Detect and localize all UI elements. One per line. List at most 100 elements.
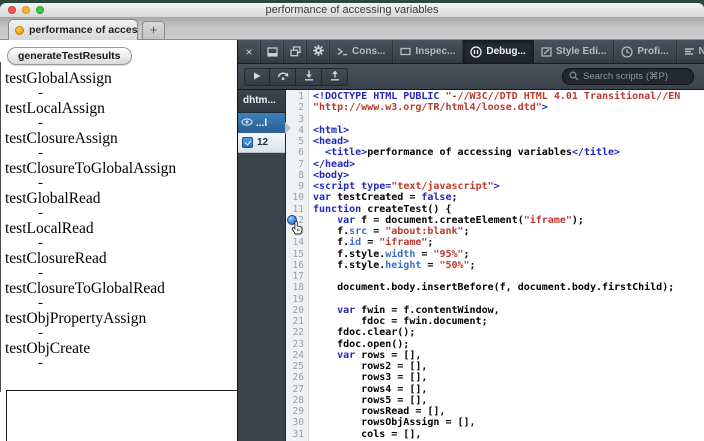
code-line: 11function createTest() { bbox=[286, 204, 704, 215]
code-text: rows3 = [], bbox=[308, 372, 704, 383]
window-titlebar[interactable]: performance of accessing variables bbox=[0, 3, 704, 17]
resume-button[interactable] bbox=[244, 68, 270, 86]
close-window-button[interactable] bbox=[8, 6, 16, 14]
line-number[interactable]: 20 bbox=[286, 305, 308, 316]
line-number[interactable]: 27 bbox=[286, 384, 308, 395]
code-text: f.style.width = "95%"; bbox=[308, 249, 704, 260]
selected-source-item[interactable]: ...l bbox=[238, 113, 285, 133]
code-text: fdoc.clear(); bbox=[308, 327, 704, 338]
line-number[interactable]: 8 bbox=[286, 170, 308, 181]
test-name: testClosureToGlobalRead bbox=[5, 280, 176, 297]
devtools-tab-netw[interactable]: Netw... bbox=[677, 40, 704, 63]
line-number[interactable]: 11 bbox=[286, 204, 308, 215]
gear-icon bbox=[312, 44, 325, 60]
line-number[interactable]: 10 bbox=[286, 192, 308, 203]
test-item: testClosureRead- bbox=[5, 250, 176, 280]
test-item: testClosureToGlobalRead- bbox=[5, 280, 176, 310]
search-scripts-input[interactable] bbox=[583, 71, 687, 82]
devtools-tab-label: Debug... bbox=[486, 46, 525, 57]
devtools-tab-cons[interactable]: Cons... bbox=[330, 40, 393, 63]
step-in-button[interactable] bbox=[296, 68, 322, 86]
code-text: f.id = "iframe"; bbox=[308, 237, 704, 248]
line-number[interactable]: 30 bbox=[286, 417, 308, 428]
devtools-settings-button[interactable] bbox=[307, 40, 330, 63]
devtools-tab-inspec[interactable]: Inspec... bbox=[393, 40, 463, 63]
test-results-list: testGlobalAssign-testLocalAssign-testClo… bbox=[5, 70, 176, 370]
code-line: 6 <title>performance of accessing variab… bbox=[286, 147, 704, 158]
selected-source-label: ...l bbox=[256, 118, 267, 129]
line-number[interactable]: 22 bbox=[286, 327, 308, 338]
code-text: rowsRead = [], bbox=[308, 406, 704, 417]
breakpoint-item[interactable]: 12 bbox=[238, 133, 285, 153]
devtools-close-button[interactable]: × bbox=[238, 40, 261, 63]
line-number[interactable]: 21 bbox=[286, 316, 308, 327]
code-text: </head> bbox=[308, 159, 704, 170]
test-value: - bbox=[5, 357, 176, 370]
line-number[interactable]: 1 bbox=[286, 91, 308, 102]
code-line: 29 rowsRead = [], bbox=[286, 406, 704, 417]
line-number[interactable]: 2 bbox=[286, 102, 308, 113]
code-line: 19 bbox=[286, 294, 704, 305]
line-number[interactable]: 28 bbox=[286, 395, 308, 406]
devtools-tab-label: Style Edi... bbox=[556, 46, 607, 57]
step-over-button[interactable] bbox=[270, 68, 296, 86]
code-text: rows2 = [], bbox=[308, 361, 704, 372]
devtools-tab-debug[interactable]: Debug... bbox=[463, 40, 533, 63]
line-number[interactable]: 9 bbox=[286, 181, 308, 192]
line-number[interactable]: 15 bbox=[286, 249, 308, 260]
test-name: testObjPropertyAssign bbox=[5, 310, 176, 327]
undock-panel-icon[interactable] bbox=[284, 40, 307, 63]
test-item: testLocalAssign- bbox=[5, 100, 176, 130]
line-number[interactable]: 6 bbox=[286, 147, 308, 158]
code-text: <!DOCTYPE HTML PUBLIC "-//W3C//DTD HTML … bbox=[308, 91, 704, 102]
step-out-button[interactable] bbox=[322, 68, 348, 86]
code-text: fdoc.open(); bbox=[308, 339, 704, 350]
line-number[interactable]: 16 bbox=[286, 260, 308, 271]
test-value: - bbox=[5, 267, 176, 280]
line-number[interactable]: 23 bbox=[286, 339, 308, 350]
code-line: 22 fdoc.clear(); bbox=[286, 327, 704, 338]
line-number[interactable]: 5 bbox=[286, 136, 308, 147]
browser-tab[interactable]: performance of accessing varia... bbox=[8, 19, 138, 40]
style-editor-icon bbox=[541, 47, 552, 57]
code-text: f.src = "about:blank"; bbox=[308, 226, 704, 237]
sources-pane-header[interactable]: dhtm... bbox=[238, 90, 285, 113]
code-line: 23 fdoc.open(); bbox=[286, 339, 704, 350]
line-number[interactable]: 17 bbox=[286, 271, 308, 282]
line-number[interactable]: 18 bbox=[286, 282, 308, 293]
script-search-box[interactable] bbox=[562, 68, 694, 85]
test-value: - bbox=[5, 207, 176, 220]
line-number[interactable]: 19 bbox=[286, 294, 308, 305]
line-number[interactable]: 31 bbox=[286, 429, 308, 440]
line-number[interactable]: 24 bbox=[286, 350, 308, 361]
code-line: 3 bbox=[286, 114, 704, 125]
code-text: <title>performance of accessing variable… bbox=[308, 147, 704, 158]
zoom-window-button[interactable] bbox=[36, 6, 44, 14]
traffic-lights bbox=[8, 6, 44, 14]
code-line: 13 f.src = "about:blank"; bbox=[286, 226, 704, 237]
browser-window: performance of accessing variables perfo… bbox=[0, 3, 704, 441]
devtools-tab-styleedi[interactable]: Style Edi... bbox=[534, 40, 615, 63]
minimize-window-button[interactable] bbox=[22, 6, 30, 14]
code-line: 2"http://www.w3.org/TR/html4/loose.dtd"> bbox=[286, 102, 704, 113]
test-item: testObjCreate- bbox=[5, 340, 176, 370]
line-number[interactable]: 7 bbox=[286, 159, 308, 170]
test-value: - bbox=[5, 237, 176, 250]
code-text: document.body.insertBefore(f, document.b… bbox=[308, 282, 704, 293]
test-item: testLocalRead- bbox=[5, 220, 176, 250]
code-text bbox=[308, 271, 704, 282]
dock-panel-icon[interactable] bbox=[261, 40, 284, 63]
line-number[interactable]: 25 bbox=[286, 361, 308, 372]
code-text: rows4 = [], bbox=[308, 384, 704, 395]
line-number[interactable]: 29 bbox=[286, 406, 308, 417]
code-text: rowsObjAssign = [], bbox=[308, 417, 704, 428]
line-number[interactable]: 26 bbox=[286, 372, 308, 383]
new-tab-button[interactable]: + bbox=[142, 21, 165, 39]
devtools-tabs: Cons...Inspec... Debug... Style Edi... Prof… bbox=[330, 40, 704, 63]
code-line: 27 rows4 = [], bbox=[286, 384, 704, 395]
step-in-icon bbox=[304, 68, 314, 86]
devtools-tab-profi[interactable]: Profi... bbox=[614, 40, 676, 63]
generate-test-results-button[interactable]: generateTestResults bbox=[7, 47, 132, 65]
debugger-toolbar bbox=[238, 64, 704, 90]
breakpoint-checkbox[interactable] bbox=[242, 137, 253, 148]
